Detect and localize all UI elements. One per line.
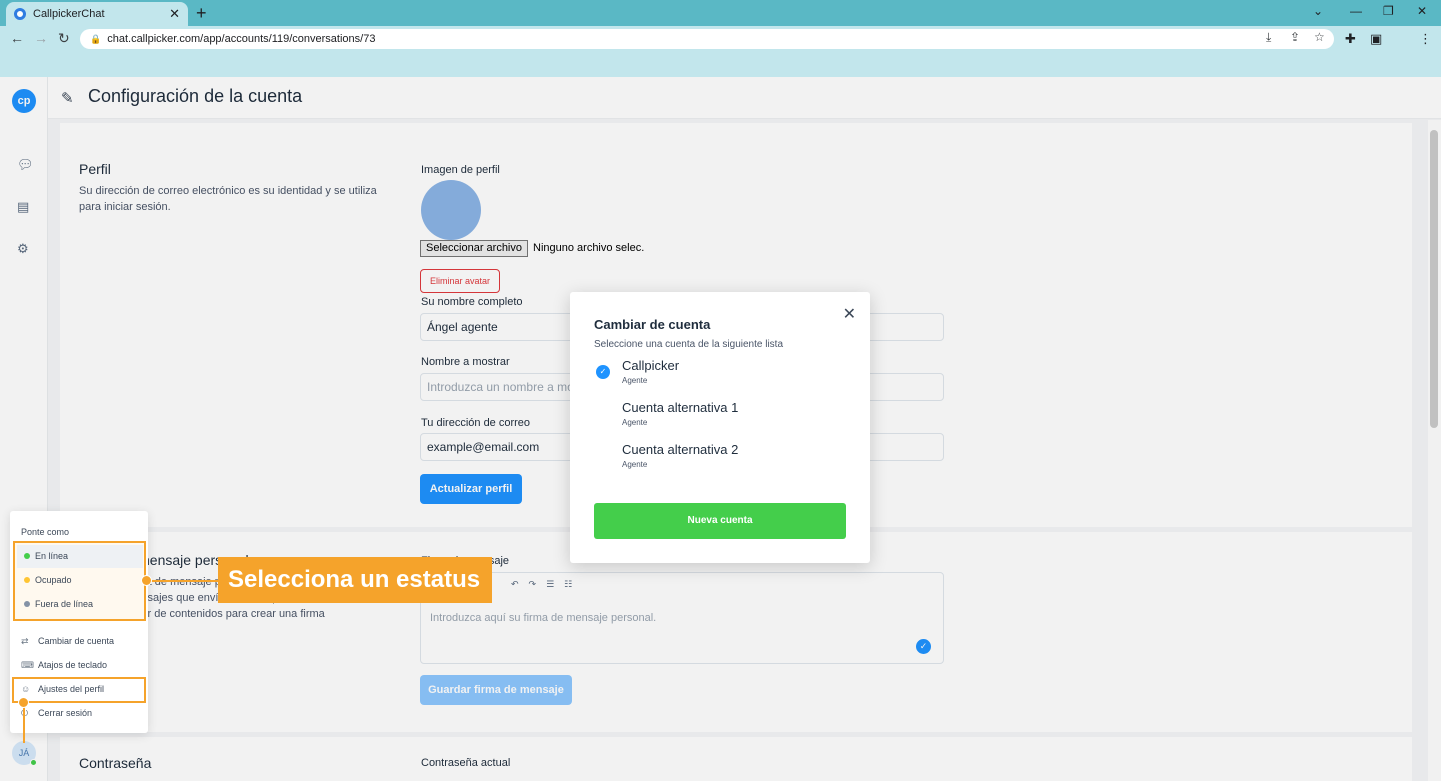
switch-account-modal: ✕ Cambiar de cuenta Seleccione una cuent… [570,292,870,563]
forward-icon[interactable]: → [34,30,48,46]
menu-logout[interactable]: ⏻ Cerrar sesión [21,708,92,718]
url-text: chat.callpicker.com/app/accounts/119/con… [107,33,376,45]
menu-profile-settings[interactable]: ☺ Ajustes del perfil [21,684,104,694]
browser-toolbar: ← → ↻ 🔒 chat.callpicker.com/app/accounts… [0,26,1441,52]
browser-tab-bar: CallpickerChat ✕ + ⌄ — ❐ ✕ [0,0,1441,26]
account-option[interactable]: ✓ Callpicker Agente [594,358,844,392]
status-label: Fuera de línea [35,599,94,609]
modal-subtitle: Seleccione una cuenta de la siguiente li… [594,339,784,350]
account-name: Cuenta alternativa 1 [622,400,739,415]
menu-header: Ponte como [21,527,70,537]
install-icon[interactable]: ⤓ [1266,30,1271,45]
restore-icon[interactable]: ❐ [1383,4,1394,18]
menu-keyboard-shortcuts[interactable]: ⌨ Atajos de teclado [21,660,107,670]
browser-menu-icon[interactable]: ⋮ [1419,31,1432,47]
account-name: Callpicker [622,358,680,373]
menu-item-label: Atajos de teclado [38,660,108,670]
profile-menu: Ponte como En línea Ocupado Fuera de lín… [10,511,148,733]
selected-check-icon: ✓ [596,365,610,379]
new-account-button[interactable]: Nueva cuenta [594,503,846,539]
callout-connector [23,703,25,743]
share-icon[interactable]: ⇪ [1290,30,1300,44]
callout-connector [146,580,218,582]
menu-switch-account[interactable]: ⇄ Cambiar de cuenta [21,636,114,646]
new-tab-icon[interactable]: + [196,3,207,24]
side-panel-icon[interactable]: ▣ [1370,31,1382,47]
offline-dot-icon [24,601,30,607]
status-label: Ocupado [35,575,72,585]
minimize-icon[interactable]: — [1350,4,1362,18]
menu-item-label: Cerrar sesión [38,708,93,718]
busy-dot-icon [24,577,30,583]
favicon-icon [14,8,26,20]
reload-icon[interactable]: ↻ [58,30,70,47]
back-icon[interactable]: ← [10,30,24,46]
callout-dot [141,575,152,586]
tab-close-icon[interactable]: ✕ [169,6,180,22]
callout-dot [18,697,29,708]
switch-icon: ⇄ [21,636,29,646]
window-close-icon[interactable]: ✕ [1417,4,1427,18]
status-offline[interactable]: Fuera de línea [17,593,143,616]
online-dot-icon [24,553,30,559]
annotation-callout: Selecciona un estatus [218,557,492,603]
tab-title: CallpickerChat [33,8,105,20]
person-icon: ☺ [21,684,31,694]
keyboard-icon: ⌨ [21,660,34,670]
account-role: Agente [622,376,648,385]
extensions-icon[interactable]: ✚ [1345,31,1356,47]
status-online[interactable]: En línea [17,545,143,568]
tab-search-icon[interactable]: ⌄ [1313,4,1323,18]
close-icon[interactable]: ✕ [843,304,856,324]
account-option[interactable]: Cuenta alternativa 2 Agente [594,442,844,476]
menu-item-label: Cambiar de cuenta [38,636,115,646]
account-role: Agente [622,418,648,427]
lock-icon: 🔒 [90,33,102,44]
address-bar[interactable]: 🔒 chat.callpicker.com/app/accounts/119/c… [80,29,1334,49]
account-option[interactable]: Cuenta alternativa 1 Agente [594,400,844,434]
account-role: Agente [622,460,648,469]
status-label: En línea [35,551,69,561]
star-icon[interactable]: ☆ [1314,30,1325,44]
page-scrollbar[interactable] [1428,120,1441,781]
browser-tab[interactable]: CallpickerChat ✕ [6,2,188,26]
status-highlight: En línea Ocupado Fuera de línea [13,541,146,621]
bookmark-strip [0,52,1441,77]
menu-item-label: Ajustes del perfil [38,684,105,694]
account-name: Cuenta alternativa 2 [622,442,739,457]
scrollbar-thumb[interactable] [1430,130,1438,428]
status-busy[interactable]: Ocupado [17,569,143,592]
modal-title: Cambiar de cuenta [594,317,711,332]
